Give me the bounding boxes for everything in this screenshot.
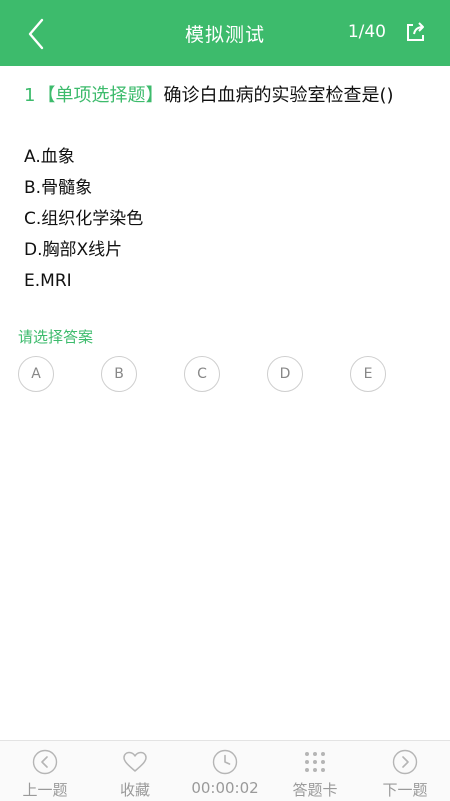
share-button[interactable] — [404, 20, 428, 44]
clock-icon — [212, 749, 238, 775]
question-type: 【单项选择题】 — [37, 85, 164, 106]
answer-card-label: 答题卡 — [292, 781, 338, 799]
answer-choice-b[interactable]: B — [101, 356, 137, 392]
next-question-label: 下一题 — [382, 781, 428, 799]
favorite-label: 收藏 — [119, 781, 150, 799]
prev-question-label: 上一题 — [22, 781, 68, 799]
favorite-button[interactable]: 收藏 — [90, 741, 180, 801]
grid-dots-icon — [305, 752, 325, 772]
header-bar: 模拟测试 1/40 — [0, 0, 450, 66]
answer-choices: A B C D E — [18, 356, 438, 394]
option-list: A.血象 B.骨髓象 C.组织化学染色 D.胸部X线片 E.MRI — [24, 142, 424, 297]
answer-hint: 请选择答案 — [18, 328, 94, 346]
question-counter: 1/40 — [347, 22, 386, 42]
chevron-right-circle-icon — [392, 749, 418, 775]
prev-question-button[interactable]: 上一题 — [0, 741, 90, 801]
answer-choice-e[interactable]: E — [350, 356, 386, 392]
option-b: B.骨髓象 — [24, 178, 93, 198]
answer-choice-c[interactable]: C — [184, 356, 220, 392]
answer-card-button[interactable]: 答题卡 — [270, 741, 360, 801]
question-text: 确诊白血病的实验室检查是() — [163, 85, 394, 106]
option-a: A.血象 — [24, 147, 75, 167]
option-e: E.MRI — [24, 271, 72, 291]
chevron-left-circle-icon — [32, 749, 58, 775]
question-number: 1 — [24, 85, 36, 106]
next-question-button[interactable]: 下一题 — [360, 741, 450, 801]
bottom-toolbar: 上一题 收藏 00:00:02 答题卡 下一题 — [0, 740, 450, 801]
heart-icon — [123, 751, 147, 772]
option-d: D.胸部X线片 — [24, 240, 123, 260]
option-c: C.组织化学染色 — [24, 209, 144, 229]
answer-choice-d[interactable]: D — [267, 356, 303, 392]
share-icon — [407, 22, 424, 41]
timer-value: 00:00:02 — [191, 779, 259, 797]
answer-choice-a[interactable]: A — [18, 356, 54, 392]
timer: 00:00:02 — [180, 741, 270, 801]
question-stem: 1 【单项选择题】确诊白血病的实验室检查是() — [24, 82, 434, 110]
